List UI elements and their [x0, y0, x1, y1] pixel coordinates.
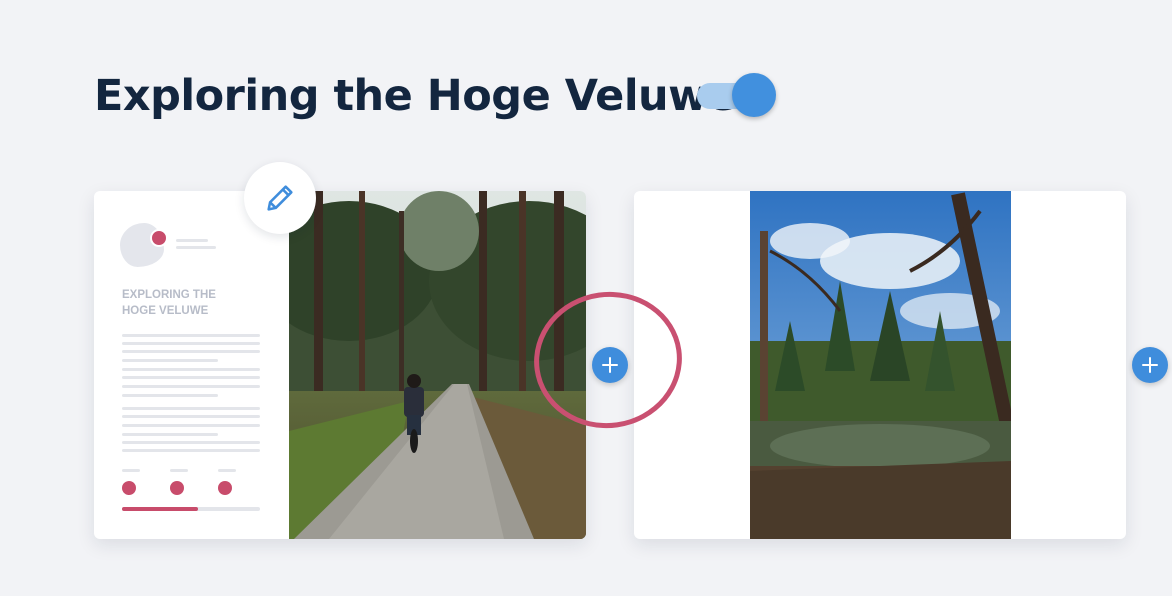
stat-tick [170, 469, 188, 472]
page-title: Exploring the Hoge Veluwe [94, 71, 737, 121]
text-placeholder-line [122, 394, 218, 397]
text-column: EXPLORING THE HOGE VELUWE [94, 191, 289, 539]
text-placeholder-line [122, 433, 218, 436]
text-placeholder-line [122, 449, 260, 452]
text-placeholder-line [122, 350, 260, 353]
text-placeholder-line [122, 368, 260, 371]
forest-pond-photo [750, 191, 1011, 539]
forest-path-photo [289, 191, 586, 539]
text-placeholder-line [122, 385, 260, 388]
add-page-button[interactable] [1132, 347, 1168, 383]
text-placeholder-line [122, 407, 260, 410]
progress-fill [122, 507, 198, 511]
layout-toggle[interactable] [697, 73, 777, 117]
add-page-button[interactable] [592, 347, 628, 383]
text-placeholder-line [122, 342, 260, 345]
text-placeholder-line [122, 415, 260, 418]
stat-tick [218, 469, 236, 472]
text-placeholder-line [122, 424, 260, 427]
text-placeholder-line [122, 334, 260, 337]
page-card-2[interactable] [634, 191, 1126, 539]
text-placeholder-line [122, 376, 260, 379]
text-placeholder-line [122, 441, 260, 444]
stat-tick [122, 469, 140, 472]
text-placeholder-line [122, 359, 218, 362]
logo-line [176, 239, 208, 242]
page-card-1[interactable]: EXPLORING THE HOGE VELUWE [94, 191, 586, 539]
toggle-knob [732, 73, 776, 117]
stat-dot [170, 481, 184, 495]
edit-button[interactable] [244, 162, 316, 234]
logo-dot [150, 229, 168, 247]
logo-line [176, 246, 216, 249]
progress-bar [122, 507, 260, 511]
pencil-icon [267, 185, 293, 211]
page-heading: EXPLORING THE HOGE VELUWE [122, 289, 216, 317]
plus-icon [602, 357, 618, 373]
plus-icon [1142, 357, 1158, 373]
stat-dot [122, 481, 136, 495]
stat-dot [218, 481, 232, 495]
